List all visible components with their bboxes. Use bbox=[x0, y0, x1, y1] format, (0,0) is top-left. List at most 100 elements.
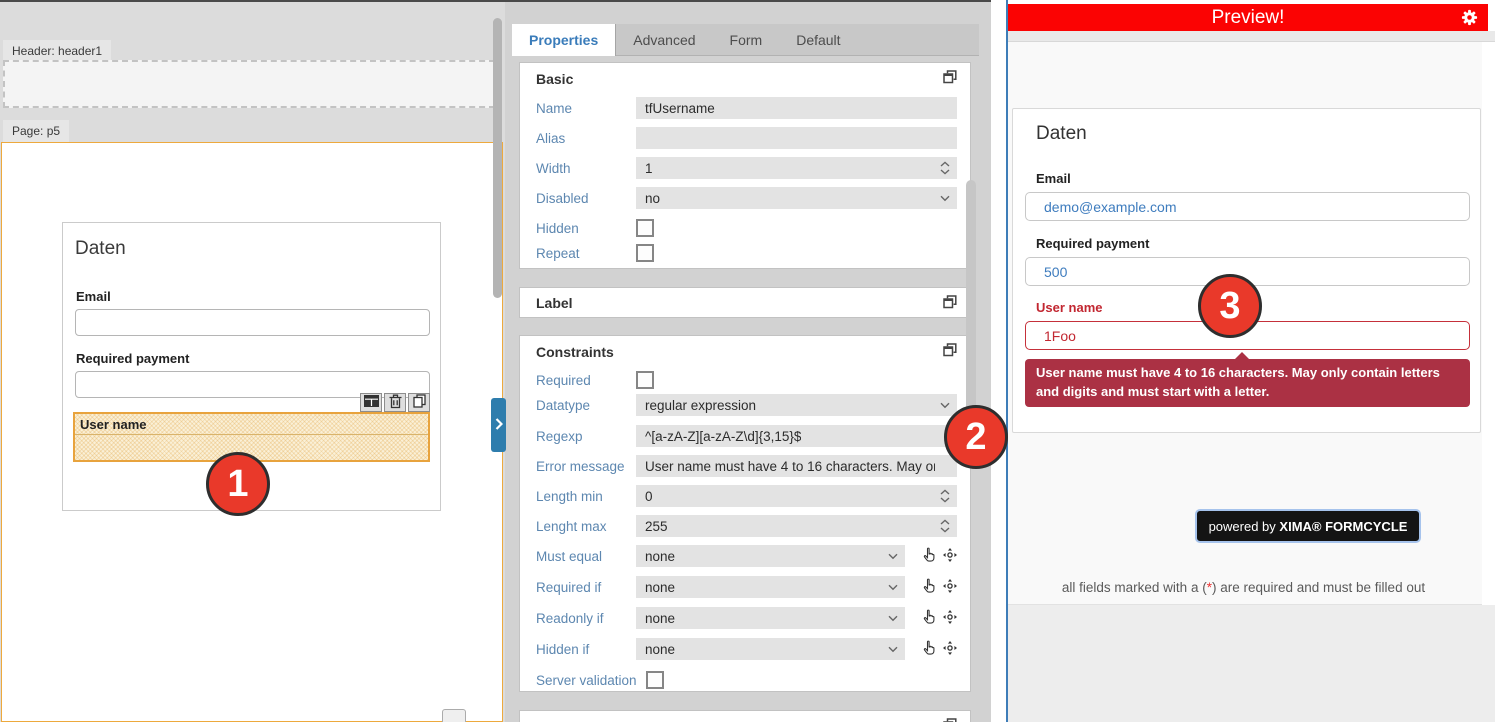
preview-form: Daten Email demo@example.com Required pa… bbox=[1012, 108, 1481, 433]
gear-icon[interactable] bbox=[1460, 8, 1479, 27]
hidden-checkbox[interactable] bbox=[636, 219, 654, 237]
move-crosshair-icon[interactable] bbox=[943, 548, 957, 565]
trash-icon bbox=[389, 394, 402, 412]
email-label: Email bbox=[76, 289, 111, 304]
insert-table-button[interactable] bbox=[360, 393, 382, 412]
top-border bbox=[0, 0, 991, 2]
length-min-label: Length min bbox=[536, 489, 636, 504]
required-checkbox[interactable] bbox=[636, 371, 654, 389]
datatype-select[interactable]: regular expression bbox=[636, 394, 957, 416]
copy-element-button[interactable] bbox=[408, 393, 430, 412]
length-min-stepper[interactable]: 0 bbox=[636, 485, 957, 507]
server-validation-label: Server validation bbox=[536, 673, 637, 688]
repeat-checkbox[interactable] bbox=[636, 244, 654, 262]
disabled-value: no bbox=[645, 191, 660, 206]
page-canvas[interactable]: Daten Email Required payment bbox=[1, 142, 503, 722]
disabled-select[interactable]: no bbox=[636, 187, 957, 209]
readonly-if-label: Readonly if bbox=[536, 611, 636, 626]
name-value: tfUsername bbox=[645, 101, 715, 116]
header-placeholder[interactable] bbox=[3, 60, 495, 108]
hidden-if-label: Hidden if bbox=[536, 642, 636, 657]
regexp-value: ^[a-zA-Z][a-zA-Z\d]{3,15}$ bbox=[645, 429, 801, 444]
readonly-if-select[interactable]: none bbox=[636, 607, 905, 629]
spinner-icon[interactable] bbox=[940, 519, 950, 533]
preview-email-label: Email bbox=[1036, 171, 1071, 186]
name-input[interactable]: tfUsername bbox=[636, 97, 957, 119]
callout-1-badge: 1 bbox=[206, 452, 270, 516]
properties-panel: Properties Advanced Form Default Basic N… bbox=[505, 0, 991, 722]
preview-toolbar-strip bbox=[1008, 31, 1495, 42]
readonly-if-value: none bbox=[645, 611, 675, 626]
page-element-tag: Page: p5 bbox=[3, 120, 69, 142]
hand-pointer-icon[interactable] bbox=[923, 578, 936, 596]
move-crosshair-icon[interactable] bbox=[943, 610, 957, 627]
regexp-label: Regexp bbox=[536, 429, 636, 444]
preview-header-bar: Preview! bbox=[1008, 4, 1488, 31]
email-input[interactable] bbox=[75, 309, 430, 336]
validation-error-tooltip: User name must have 4 to 16 characters. … bbox=[1025, 359, 1470, 407]
row-regexp: Regexp ^[a-zA-Z][a-zA-Z\d]{3,15}$ bbox=[536, 425, 957, 447]
hand-pointer-icon[interactable] bbox=[923, 547, 936, 565]
row-readonly-if: Readonly if none bbox=[536, 607, 957, 629]
regexp-input[interactable]: ^[a-zA-Z][a-zA-Z\d]{3,15}$ bbox=[636, 425, 957, 447]
row-required: Required bbox=[536, 369, 957, 391]
window-restore-icon[interactable] bbox=[943, 295, 957, 309]
window-restore-icon[interactable] bbox=[943, 343, 957, 357]
required-if-select[interactable]: none bbox=[636, 576, 905, 598]
repeat-label: Repeat bbox=[536, 246, 636, 261]
server-validation-checkbox[interactable] bbox=[646, 671, 664, 689]
note-text-pre: all fields marked with a ( bbox=[1062, 580, 1207, 595]
preview-payment-label: Required payment bbox=[1036, 236, 1149, 251]
section-basic-title: Basic bbox=[536, 71, 573, 87]
preview-email-value: demo@example.com bbox=[1044, 199, 1177, 215]
error-message-input[interactable]: User name must have 4 to 16 characters. … bbox=[636, 455, 957, 477]
chevron-down-icon bbox=[888, 646, 898, 653]
preview-payment-value: 500 bbox=[1044, 264, 1067, 280]
window-restore-icon[interactable] bbox=[943, 718, 957, 722]
hand-pointer-icon[interactable] bbox=[923, 609, 936, 627]
row-disabled: Disabled no bbox=[536, 187, 957, 209]
row-width: Width 1 bbox=[536, 157, 957, 179]
tab-advanced[interactable]: Advanced bbox=[616, 24, 712, 56]
required-label: Required bbox=[536, 373, 636, 388]
delete-element-button[interactable] bbox=[384, 393, 406, 412]
section-constraints: Constraints Required Datatype regular ex… bbox=[519, 335, 971, 692]
hand-pointer-icon[interactable] bbox=[923, 640, 936, 658]
header-element-tag: Header: header1 bbox=[3, 40, 111, 62]
panel-expand-tab[interactable] bbox=[491, 398, 506, 452]
move-crosshair-icon[interactable] bbox=[943, 641, 957, 658]
move-crosshair-icon[interactable] bbox=[943, 579, 957, 596]
alias-input[interactable] bbox=[636, 127, 957, 149]
chevron-down-icon bbox=[888, 615, 898, 622]
hidden-if-select[interactable]: none bbox=[636, 638, 905, 660]
row-length-max: Lenght max 255 bbox=[536, 515, 957, 537]
row-length-min: Length min 0 bbox=[536, 485, 957, 507]
must-equal-value: none bbox=[645, 549, 675, 564]
row-alias: Alias bbox=[536, 127, 957, 149]
length-min-value: 0 bbox=[645, 489, 653, 504]
preview-username-value: 1Foo bbox=[1044, 328, 1076, 344]
formcycle-form-designer: Header: header1 Page: p5 Daten Email Req… bbox=[0, 0, 1495, 722]
form-title: Daten bbox=[75, 238, 126, 260]
tab-form[interactable]: Form bbox=[713, 24, 780, 56]
spinner-icon[interactable] bbox=[940, 161, 950, 175]
tab-default[interactable]: Default bbox=[779, 24, 857, 56]
hidden-label: Hidden bbox=[536, 221, 636, 236]
preview-email-input[interactable]: demo@example.com bbox=[1025, 192, 1470, 221]
datatype-label: Datatype bbox=[536, 398, 636, 413]
canvas-scrollbar[interactable] bbox=[493, 18, 502, 298]
tab-properties[interactable]: Properties bbox=[512, 24, 616, 56]
length-max-stepper[interactable]: 255 bbox=[636, 515, 957, 537]
window-restore-icon[interactable] bbox=[943, 70, 957, 84]
error-message-value: User name must have 4 to 16 characters. … bbox=[645, 459, 935, 474]
datatype-value: regular expression bbox=[645, 398, 756, 413]
page-resize-handle[interactable] bbox=[442, 709, 466, 722]
callout-3-badge: 3 bbox=[1198, 274, 1262, 338]
powered-by-button[interactable]: powered by XIMA® FORMCYCLE bbox=[1195, 509, 1421, 543]
must-equal-select[interactable]: none bbox=[636, 545, 905, 567]
row-hidden-if: Hidden if none bbox=[536, 638, 957, 660]
chevron-down-icon bbox=[888, 584, 898, 591]
spinner-icon[interactable] bbox=[940, 489, 950, 503]
width-stepper[interactable]: 1 bbox=[636, 157, 957, 179]
required-if-label: Required if bbox=[536, 580, 636, 595]
